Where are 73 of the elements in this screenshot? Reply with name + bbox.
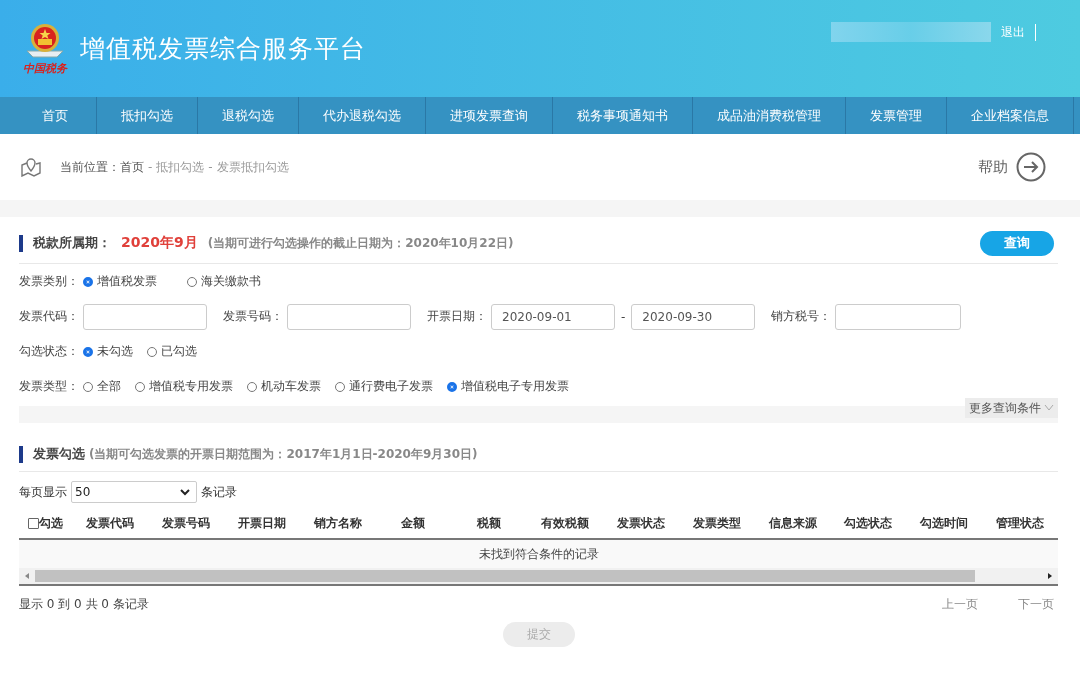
records-summary: 显示 0 到 0 共 0 条记录 <box>19 595 149 613</box>
radio-option[interactable]: 未勾选 <box>83 343 133 360</box>
chevron-down-icon <box>180 488 190 496</box>
empty-message: 未找到符合条件的记录 <box>478 545 599 563</box>
radio-option[interactable]: 已勾选 <box>147 343 197 360</box>
breadcrumb-label: 当前位置： <box>60 158 120 176</box>
date-range-note: (当期可勾选发票的开票日期范围为：2017年1月1日-2020年9月30日) <box>89 445 478 463</box>
column-header: 发票状态 <box>615 514 666 532</box>
breadcrumb-link[interactable]: 首页 <box>120 158 144 176</box>
logo-text: 中国税务 <box>23 61 67 76</box>
radio-option[interactable]: 全部 <box>83 378 121 395</box>
column-header: 金额 <box>400 514 427 532</box>
next-page-link[interactable]: 下一页 <box>1018 595 1054 613</box>
nav-item[interactable]: 代办退税勾选 <box>299 97 426 134</box>
column-header: 信息来源 <box>767 514 818 532</box>
radio-option[interactable]: 机动车发票 <box>247 378 321 395</box>
column-header: 管理状态 <box>995 514 1046 532</box>
field-label: 发票代码： <box>19 308 79 325</box>
map-pin-icon <box>20 157 42 177</box>
input-field[interactable] <box>287 303 411 330</box>
nav-item[interactable]: 退税勾选 <box>198 97 299 134</box>
page-size-label: 每页显示 <box>19 483 67 501</box>
chevron-down-icon <box>1044 404 1054 412</box>
field-label: 发票号码： <box>223 308 283 325</box>
nav-item[interactable]: 发票管理 <box>846 97 947 134</box>
input-field[interactable] <box>83 303 207 330</box>
nav-item[interactable]: 首页 <box>0 97 97 134</box>
column-header: 勾选状态 <box>843 514 894 532</box>
radio-option[interactable]: 通行费电子发票 <box>335 378 433 395</box>
radio-option[interactable]: 海关缴款书 <box>187 273 261 290</box>
nav-item[interactable]: 抵扣勾选 <box>97 97 198 134</box>
scroll-left-icon[interactable] <box>23 572 31 580</box>
deadline-note: (当期可进行勾选操作的截止日期为：2020年10月22日) <box>207 234 514 252</box>
radio-option[interactable]: 增值税专用发票 <box>135 378 233 395</box>
nav-item[interactable]: 税务事项通知书 <box>553 97 693 134</box>
column-header: 勾选时间 <box>919 514 970 532</box>
field-label: 勾选状态： <box>19 343 79 360</box>
breadcrumb-separator: - <box>208 160 213 174</box>
nav-item[interactable]: 企业档案信息 <box>947 97 1074 134</box>
period-value: 2020年9月 <box>121 234 198 252</box>
section-title: 税款所属期： <box>33 234 111 252</box>
field-label: 发票类别： <box>19 273 79 290</box>
column-header: 税额 <box>476 514 503 532</box>
field-label: 发票类型： <box>19 378 79 395</box>
page-size-suffix: 条记录 <box>201 483 237 501</box>
nav-item[interactable]: 进项发票查询 <box>426 97 553 134</box>
column-header: 发票代码 <box>85 514 135 532</box>
previous-page-link[interactable]: 上一页 <box>942 595 978 613</box>
column-header: 发票类型 <box>691 514 742 532</box>
help-link[interactable]: 帮助 <box>978 157 1008 177</box>
column-header: 发票号码 <box>160 514 211 532</box>
horizontal-scrollbar[interactable] <box>19 568 1058 586</box>
more-conditions-toggle[interactable]: 更多查询条件 <box>965 398 1058 418</box>
range-separator: - <box>621 309 626 324</box>
section-title: 发票勾选 <box>33 445 85 463</box>
column-header: 销方名称 <box>312 514 363 532</box>
column-header: 开票日期 <box>236 514 287 532</box>
scrollbar-thumb[interactable] <box>35 570 975 582</box>
select-all-checkbox[interactable]: 勾选 <box>19 514 73 532</box>
column-header: 有效税额 <box>540 514 591 532</box>
date-field[interactable]: 2020-09-01 <box>491 303 615 330</box>
radio-option[interactable]: 增值税电子专用发票 <box>447 378 569 395</box>
radio-option[interactable]: 增值税发票 <box>83 273 157 290</box>
field-label: 销方税号： <box>771 308 832 325</box>
scroll-right-icon[interactable] <box>1046 572 1054 580</box>
nav-item[interactable]: 成品油消费税管理 <box>693 97 846 134</box>
arrow-circle-icon[interactable] <box>1016 152 1046 182</box>
field-label: 开票日期： <box>427 308 487 325</box>
breadcrumb-separator: - <box>148 160 153 174</box>
platform-title: 增值税发票综合服务平台 <box>80 33 366 65</box>
page-size-select[interactable]: 50 <box>71 481 197 503</box>
date-field[interactable]: 2020-09-30 <box>631 303 756 330</box>
input-field[interactable] <box>835 303 962 330</box>
